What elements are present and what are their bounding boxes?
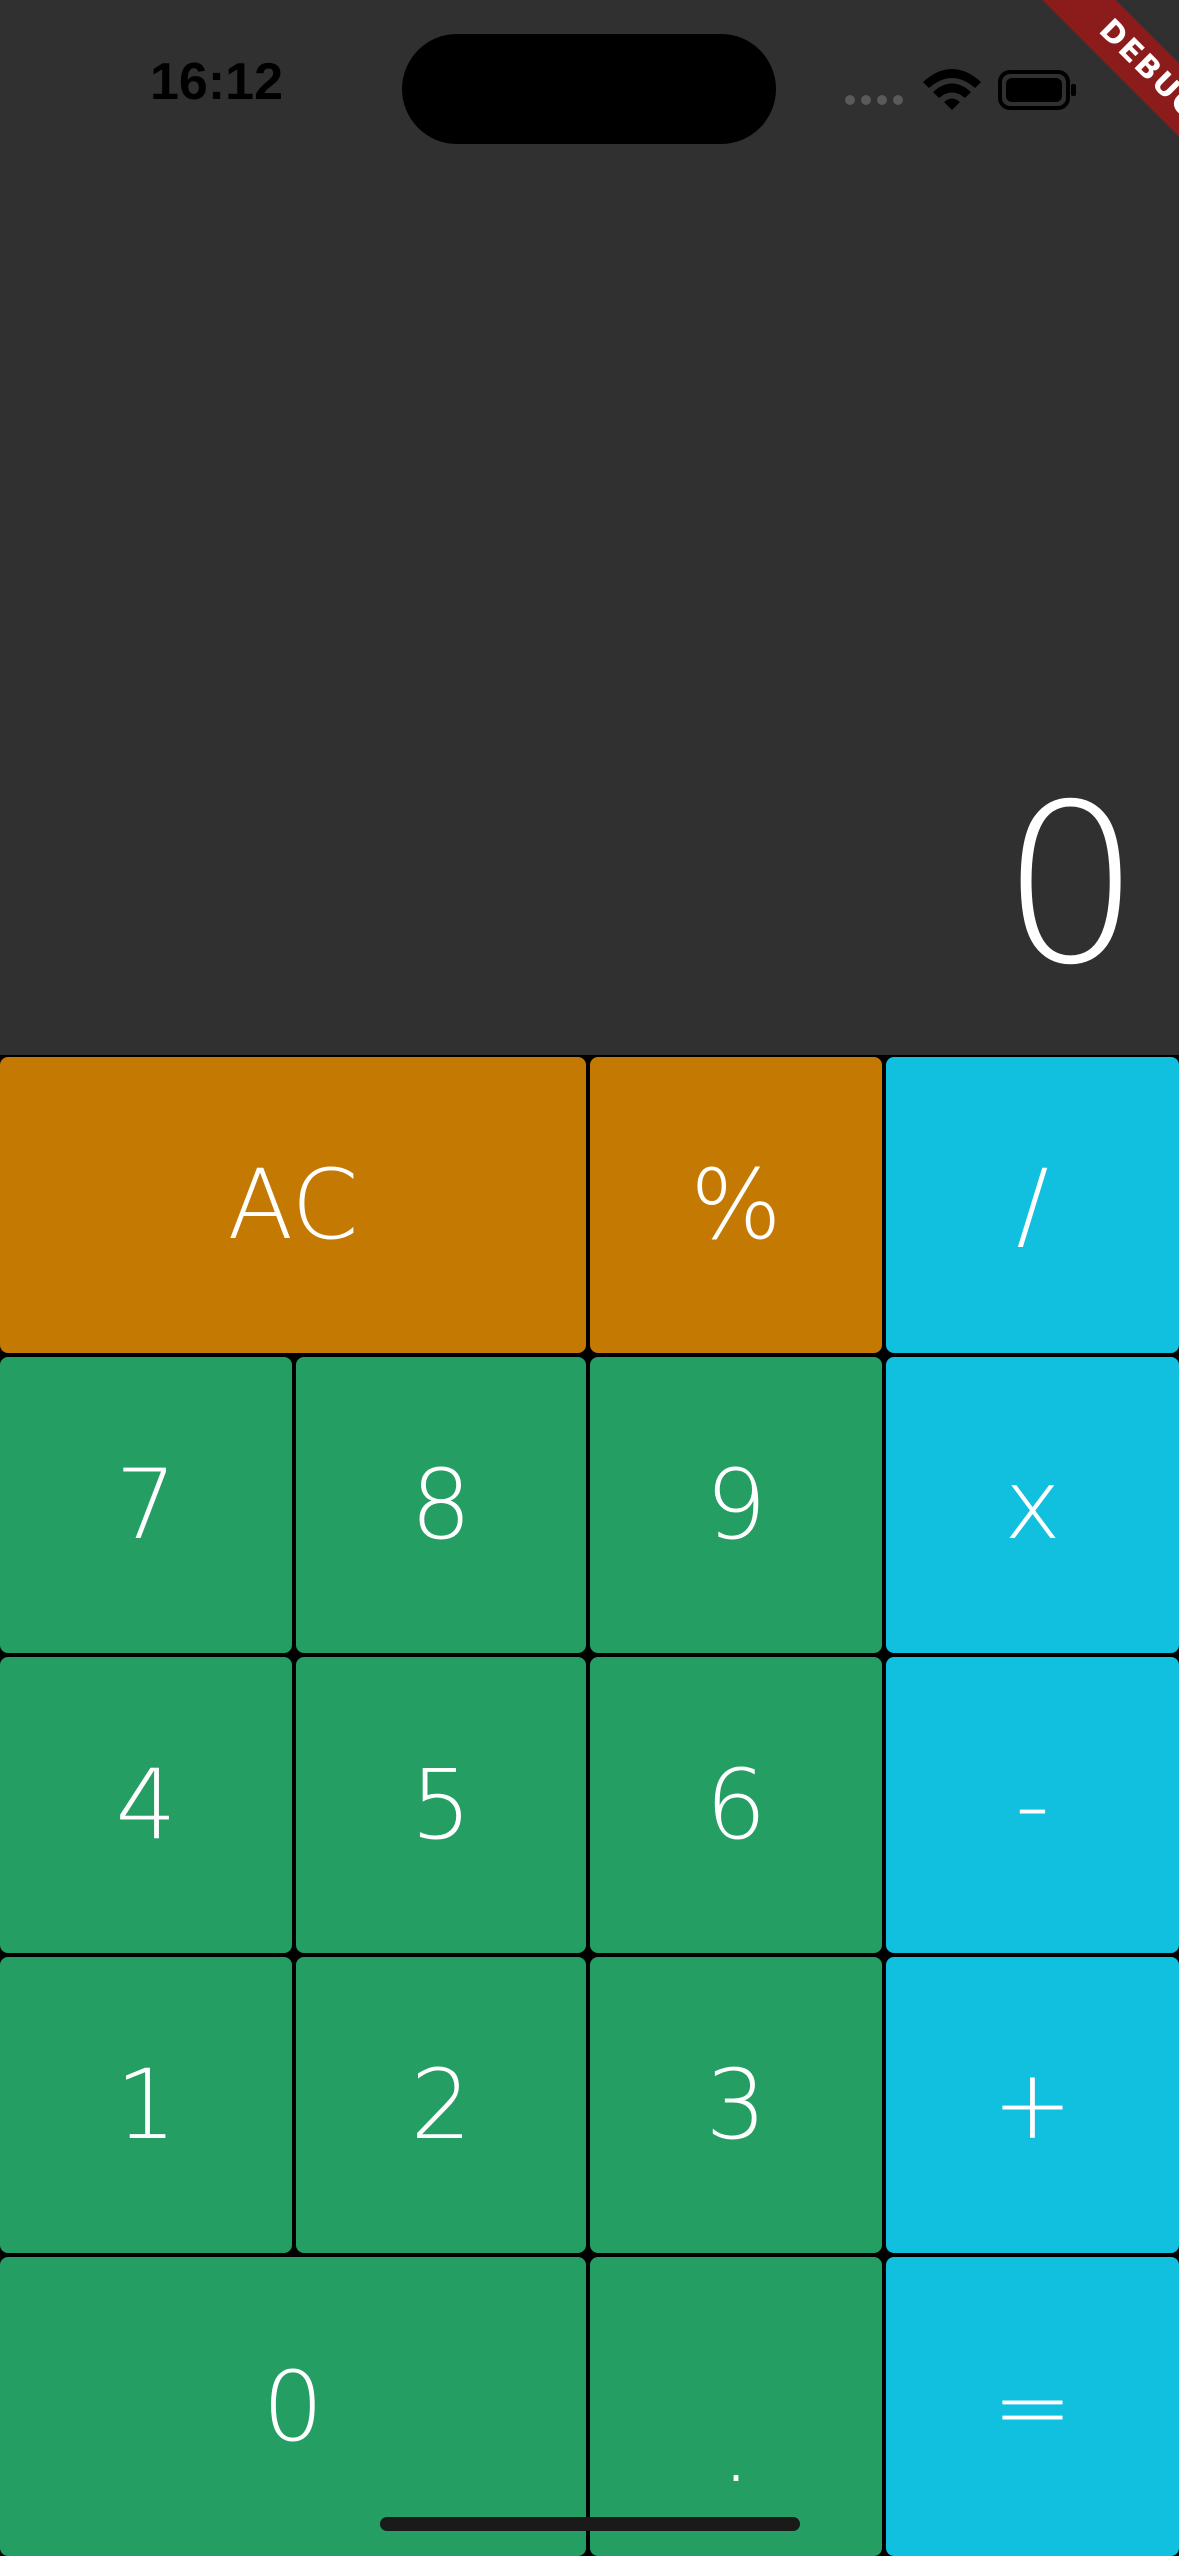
wifi-icon [923,69,981,110]
decimal-button[interactable]: . [590,2257,882,2556]
multiply-button[interactable]: x [886,1357,1179,1653]
six-button[interactable]: 6 [590,1657,882,1953]
two-button[interactable]: 2 [296,1957,586,2253]
one-button[interactable]: 1 [0,1957,292,2253]
clear-button[interactable]: AC [0,1057,586,1353]
seven-button[interactable]: 7 [0,1357,292,1653]
dynamic-island [402,34,776,144]
status-time: 16:12 [150,53,283,111]
subtract-button[interactable]: - [886,1657,1179,1953]
five-button[interactable]: 5 [296,1657,586,1953]
status-icons [845,69,1076,110]
result-display: 0 [1001,757,1141,1013]
percent-button[interactable]: % [590,1057,882,1353]
home-indicator[interactable] [380,2517,800,2531]
four-button[interactable]: 4 [0,1657,292,1953]
equals-button[interactable]: = [886,2257,1179,2556]
nine-button[interactable]: 9 [590,1357,882,1653]
calculator-screen: 16:12 0 DEBUG AC % / 7 8 9 x 4 5 6 - 1 2… [0,0,1179,2556]
signal-dots-icon [845,95,903,105]
three-button[interactable]: 3 [590,1957,882,2253]
display-panel: 16:12 0 [0,0,1179,1055]
zero-button[interactable]: 0 [0,2257,586,2556]
divide-button[interactable]: / [886,1057,1179,1353]
battery-icon [998,70,1076,110]
eight-button[interactable]: 8 [296,1357,586,1653]
add-button[interactable]: + [886,1957,1179,2253]
